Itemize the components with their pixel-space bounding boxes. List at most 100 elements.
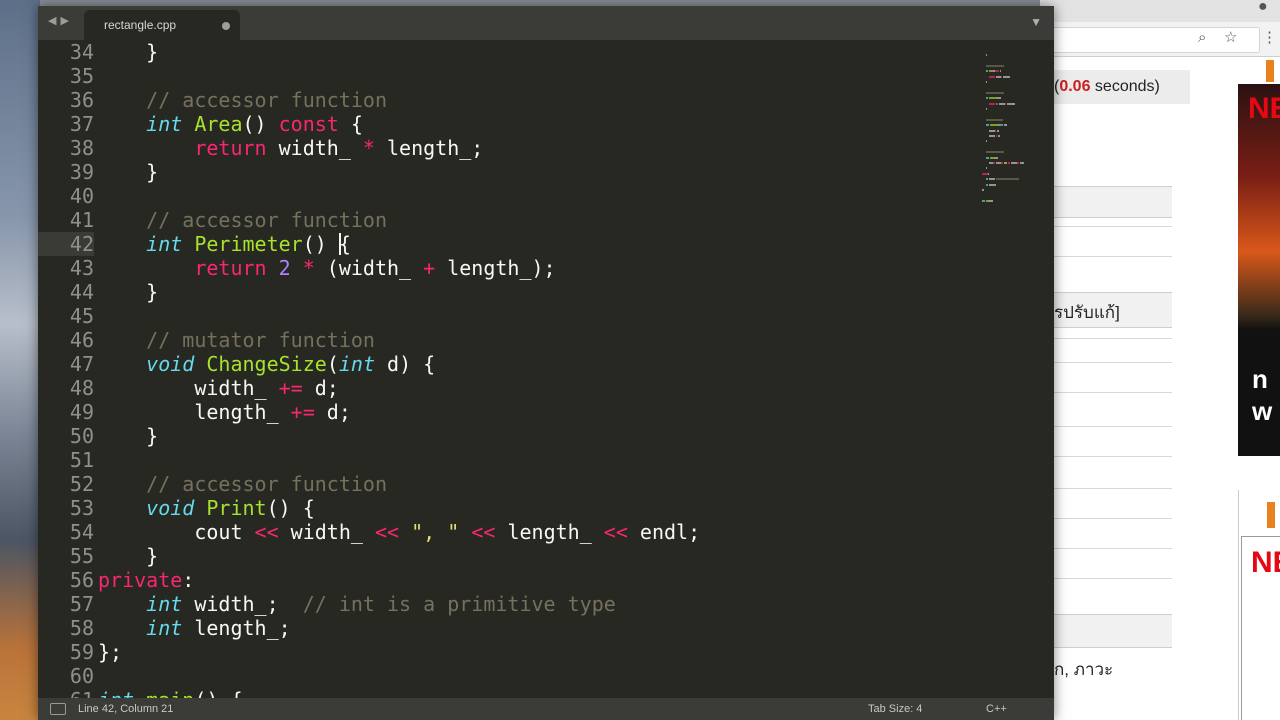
minimap-line	[989, 75, 995, 78]
code-line[interactable]: int Perimeter() {	[98, 232, 351, 256]
tab-dropdown-icon[interactable]: ▼	[1030, 15, 1042, 29]
line-number[interactable]: 42	[38, 232, 94, 256]
profile-icon[interactable]: ●	[1258, 0, 1268, 16]
minimap-line	[1003, 124, 1008, 127]
code-token: length_;	[182, 616, 291, 640]
code-keyword: +=	[278, 376, 303, 400]
ad-brand-logo: NE	[1248, 92, 1280, 125]
code-line[interactable]: }	[98, 160, 158, 184]
code-line[interactable]: // accessor function	[98, 208, 387, 232]
code-line[interactable]: int width_; // int is a primitive type	[98, 592, 616, 616]
code-function-name: Area	[194, 112, 243, 136]
line-number[interactable]: 45	[38, 304, 94, 328]
minimap-line	[989, 97, 998, 100]
minimap-line	[985, 54, 987, 56]
line-number[interactable]: 38	[38, 136, 94, 160]
code-line[interactable]: return 2 * (width_ + length_);	[98, 256, 555, 280]
panel-toggle-icon[interactable]	[50, 703, 66, 715]
cursor-position[interactable]: Line 42, Column 21	[78, 703, 173, 715]
line-number[interactable]: 47	[38, 352, 94, 376]
minimap-line	[988, 172, 990, 175]
line-number[interactable]: 39	[38, 160, 94, 184]
code-line[interactable]: void Print() {	[98, 496, 315, 520]
content-box: รปรับแก้]	[1040, 292, 1172, 328]
tab-bar: ◀▶ rectangle.cpp ▼	[38, 6, 1054, 40]
line-number[interactable]: 56	[38, 568, 94, 592]
minimap[interactable]	[980, 40, 1050, 210]
line-number[interactable]: 52	[38, 472, 94, 496]
minimap-line	[982, 199, 985, 202]
minimap-line	[985, 151, 1004, 154]
line-number-gutter[interactable]: 34 35 36 37 38 39 40 41 42 43 44 45 46 47 48 49 50 51 52 53…	[38, 40, 94, 698]
line-number[interactable]: 59	[38, 640, 94, 664]
line-number[interactable]: 41	[38, 208, 94, 232]
line-number[interactable]: 51	[38, 448, 94, 472]
code-line[interactable]: }	[98, 544, 158, 568]
line-number[interactable]: 34	[38, 40, 94, 64]
code-line[interactable]: }	[98, 280, 158, 304]
code-line[interactable]: // accessor function	[98, 88, 387, 112]
unsaved-dot-icon[interactable]	[222, 22, 230, 30]
code-line[interactable]: return width_ * length_;	[98, 136, 483, 160]
line-number[interactable]: 43	[38, 256, 94, 280]
line-number[interactable]: 49	[38, 400, 94, 424]
code-token: (width_	[314, 256, 424, 280]
line-number[interactable]: 48	[38, 376, 94, 400]
code-token: d;	[314, 400, 351, 424]
line-number[interactable]: 36	[38, 88, 94, 112]
line-number[interactable]: 46	[38, 328, 94, 352]
line-number[interactable]: 61	[38, 688, 94, 698]
menu-dots-icon[interactable]: ⋮	[1262, 28, 1277, 46]
divider	[1040, 338, 1172, 339]
code-token: }	[98, 544, 159, 568]
code-line[interactable]: // mutator function	[98, 328, 375, 352]
divider	[1040, 456, 1172, 457]
code-line[interactable]: void ChangeSize(int d) {	[98, 352, 435, 376]
line-number[interactable]: 37	[38, 112, 94, 136]
line-number[interactable]: 50	[38, 424, 94, 448]
code-line[interactable]: cout << width_ << ", " << length_ << end…	[98, 520, 700, 544]
line-number[interactable]: 54	[38, 520, 94, 544]
code-editor-window[interactable]: ◀▶ rectangle.cpp ▼ 34 35 36 37 38 39 40 41 42 43 4…	[38, 6, 1054, 720]
line-number[interactable]: 53	[38, 496, 94, 520]
code-token: width_;	[182, 592, 303, 616]
code-line[interactable]: };	[98, 640, 122, 664]
code-line[interactable]: length_ += d;	[98, 400, 351, 424]
code-line[interactable]: int length_;	[98, 616, 291, 640]
code-view[interactable]: 34 35 36 37 38 39 40 41 42 43 44 45 46 47 48 49 50 51 52 53…	[38, 40, 978, 698]
divider	[1040, 426, 1172, 427]
line-number[interactable]: 44	[38, 280, 94, 304]
ad-accent-bar	[1267, 502, 1275, 528]
search-timing: (0.06 seconds)	[1040, 70, 1190, 104]
minimap-line	[985, 118, 1003, 121]
line-number[interactable]: 55	[38, 544, 94, 568]
tab-size[interactable]: Tab Size: 4	[868, 703, 922, 715]
code-line[interactable]: }	[98, 40, 158, 64]
code-line[interactable]: }	[98, 424, 158, 448]
tab-nav-arrows-icon[interactable]: ◀▶	[48, 14, 73, 27]
minimap-line	[1002, 75, 1010, 78]
code-line[interactable]: int Area() const {	[98, 112, 363, 136]
code-line[interactable]: width_ += d;	[98, 376, 339, 400]
syntax-mode[interactable]: C++	[986, 703, 1007, 715]
code-line[interactable]: // accessor function	[98, 472, 387, 496]
minimap-line	[1017, 162, 1019, 164]
line-number[interactable]: 58	[38, 616, 94, 640]
minimap-line	[997, 97, 1001, 100]
advertisement-banner[interactable]: NE	[1238, 490, 1280, 720]
bookmark-star-icon[interactable]: ☆	[1224, 28, 1237, 46]
code-line[interactable]: private:	[98, 568, 194, 592]
code-type: int	[146, 232, 183, 256]
line-number[interactable]: 35	[38, 64, 94, 88]
code-line[interactable]: int main() {	[98, 688, 243, 698]
line-number[interactable]: 60	[38, 664, 94, 688]
line-number[interactable]: 57	[38, 592, 94, 616]
advertisement-banner[interactable]: NE n w	[1238, 84, 1280, 456]
background-browser-window[interactable]: ⌕ ☆ ⋮ ● (0.06 seconds) รปรับแก้] ก, ภาวะ…	[1040, 0, 1280, 720]
tab-rectangle-cpp[interactable]: rectangle.cpp	[84, 10, 240, 40]
line-number[interactable]: 40	[38, 184, 94, 208]
code-keyword: return	[194, 136, 267, 160]
zoom-icon[interactable]: ⌕	[1198, 29, 1206, 46]
